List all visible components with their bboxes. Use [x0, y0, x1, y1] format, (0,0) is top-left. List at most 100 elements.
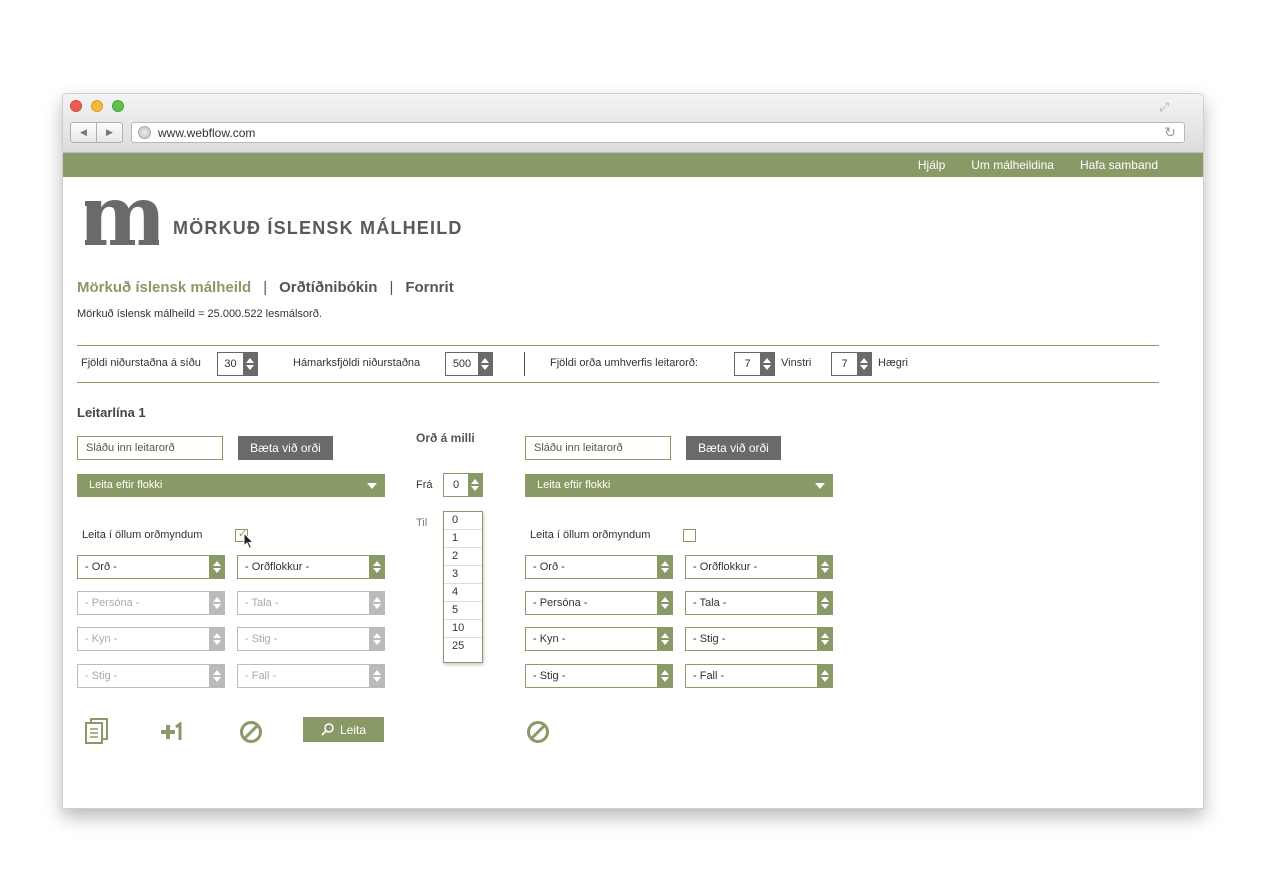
contact-link[interactable]: Hafa samband	[1080, 158, 1158, 172]
category-select-left[interactable]: Leita eftir flokki	[77, 474, 385, 497]
select-value: - Orðflokkur -	[693, 561, 758, 573]
select-value: - Orð -	[533, 561, 565, 573]
clear-icon[interactable]	[239, 720, 263, 744]
word-select-left[interactable]: - Orð -	[77, 555, 225, 579]
search-input-right[interactable]: Sláðu inn leitarorð	[525, 436, 671, 460]
select-value: - Stig -	[245, 633, 278, 645]
per-page-value: 30	[224, 358, 237, 370]
minimize-window-button[interactable]	[91, 100, 103, 112]
browser-chrome: ⤢ ◀ ▶ www.webflow.com ↻	[63, 94, 1203, 153]
word-select-right[interactable]: - Orð -	[525, 555, 673, 579]
select-value: - Fall -	[245, 670, 277, 682]
degree-select-right-2[interactable]: - Stig -	[525, 664, 673, 688]
word-class-select-right[interactable]: - Orðflokkur -	[685, 555, 833, 579]
per-page-label: Fjöldi niðurstaðna á síðu	[81, 357, 201, 369]
select-value: - Orðflokkur -	[245, 561, 310, 573]
search-input-left[interactable]: Sláðu inn leitarorð	[77, 436, 223, 460]
from-value: 0	[452, 479, 460, 491]
right-context-value: 7	[841, 358, 848, 370]
from-label: Frá	[416, 479, 433, 491]
right-context-stepper[interactable]: 7	[831, 352, 872, 376]
top-navigation: Hjálp Um málheildina Hafa samband	[63, 153, 1203, 177]
chevron-down-icon	[367, 483, 377, 489]
search-button[interactable]: Leita	[303, 717, 384, 742]
mouse-cursor-icon	[243, 532, 255, 550]
right-label: Hægri	[878, 357, 908, 369]
fullscreen-icon[interactable]: ⤢	[1159, 100, 1169, 115]
search-icon	[321, 723, 334, 736]
left-context-stepper[interactable]: 7	[734, 352, 775, 376]
forward-icon[interactable]: ▶	[97, 123, 122, 142]
browser-window: ⤢ ◀ ▶ www.webflow.com ↻ Hjálp Um málheil…	[62, 93, 1204, 809]
add-word-button-right[interactable]: Bæta við orði	[686, 436, 781, 460]
dropdown-option[interactable]: 0	[444, 512, 482, 530]
degree-select-right[interactable]: - Stig -	[685, 627, 833, 651]
site-title: MÖRKUÐ ÍSLENSK MÁLHEILD	[173, 218, 463, 238]
address-bar[interactable]: www.webflow.com ↻	[131, 122, 1185, 143]
add-word-button-left[interactable]: Bæta við orði	[238, 436, 333, 460]
number-select-right[interactable]: - Tala -	[685, 591, 833, 615]
case-select-right[interactable]: - Fall -	[685, 664, 833, 688]
select-value: - Tala -	[245, 597, 279, 609]
close-window-button[interactable]	[70, 100, 82, 112]
category-select-right[interactable]: Leita eftir flokki	[525, 474, 833, 497]
help-link[interactable]: Hjálp	[918, 158, 945, 172]
nav-item-corpus[interactable]: Mörkuð íslensk málheild	[77, 279, 251, 296]
max-results-value: 500	[452, 358, 472, 370]
case-select-left[interactable]: - Fall -	[237, 664, 385, 688]
zoom-window-button[interactable]	[112, 100, 124, 112]
dropdown-option[interactable]: 4	[444, 584, 482, 602]
url-text: www.webflow.com	[158, 126, 256, 140]
nav-item-fornrit[interactable]: Fornrit	[405, 279, 453, 296]
left-label: Vinstri	[781, 357, 812, 369]
select-value: - Stig -	[693, 633, 726, 645]
nav-item-frequency[interactable]: Orðtíðnibókin	[279, 279, 377, 296]
person-select-left[interactable]: - Persóna -	[77, 591, 225, 615]
max-results-stepper[interactable]: 500	[445, 352, 493, 376]
add-line-icon[interactable]	[161, 722, 183, 742]
section-nav: Mörkuð íslensk málheild | Orðtíðnibókin …	[77, 279, 454, 296]
category-select-label: Leita eftir flokki	[537, 479, 611, 491]
logo-icon: m	[85, 187, 159, 257]
back-icon[interactable]: ◀	[71, 123, 97, 142]
max-results-label: Hámarksfjöldi niðurstaðna	[293, 357, 421, 369]
dropdown-option[interactable]: 3	[444, 566, 482, 584]
word-class-select-left[interactable]: - Orðflokkur -	[237, 555, 385, 579]
all-forms-checkbox-right[interactable]	[683, 529, 696, 542]
select-value: - Tala -	[693, 597, 727, 609]
select-value: - Orð -	[85, 561, 117, 573]
dropdown-option[interactable]: 25	[444, 638, 482, 656]
reload-icon[interactable]: ↻	[1164, 124, 1176, 141]
about-link[interactable]: Um málheildina	[971, 158, 1054, 172]
select-value: - Fall -	[693, 670, 725, 682]
dropdown-option[interactable]: 1	[444, 530, 482, 548]
degree-select-left-2[interactable]: - Stig -	[77, 664, 225, 688]
words-between-heading: Orð á milli	[416, 431, 475, 445]
dropdown-option[interactable]: 10	[444, 620, 482, 638]
dropdown-option[interactable]: 2	[444, 548, 482, 566]
from-stepper[interactable]: 0	[443, 473, 483, 497]
svg-text:m: m	[85, 187, 159, 257]
clear-icon[interactable]	[526, 720, 550, 744]
to-dropdown-list: 0 1 2 3 4 5 10 25	[443, 511, 483, 663]
degree-select-left[interactable]: - Stig -	[237, 627, 385, 651]
gender-select-right[interactable]: - Kyn -	[525, 627, 673, 651]
corpus-size-text: Mörkuð íslensk málheild = 25.000.522 les…	[77, 308, 322, 320]
divider	[77, 382, 1159, 383]
gender-select-left[interactable]: - Kyn -	[77, 627, 225, 651]
search-line-heading: Leitarlína 1	[77, 405, 146, 420]
select-value: - Stig -	[533, 670, 566, 682]
context-words-label: Fjöldi orða umhverfis leitarorð:	[550, 357, 698, 369]
select-value: - Stig -	[85, 670, 118, 682]
select-value: - Persóna -	[85, 597, 140, 609]
select-value: - Kyn -	[533, 633, 566, 645]
nav-separator: |	[263, 279, 268, 296]
person-select-right[interactable]: - Persóna -	[525, 591, 673, 615]
all-forms-label-left: Leita í öllum orðmyndum	[82, 529, 203, 541]
dropdown-option[interactable]: 5	[444, 602, 482, 620]
copy-document-icon[interactable]	[85, 718, 109, 744]
select-value: - Kyn -	[85, 633, 118, 645]
per-page-stepper[interactable]: 30	[217, 352, 258, 376]
number-select-left[interactable]: - Tala -	[237, 591, 385, 615]
divider	[524, 352, 525, 376]
